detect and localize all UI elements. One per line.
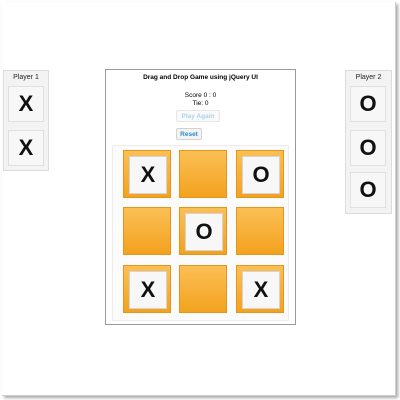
board-mark[interactable]: X — [129, 271, 167, 309]
player2-panel: Player 2 O O O — [345, 70, 392, 214]
score-text: Score 0 : 0 — [184, 92, 217, 99]
board-cell[interactable]: X — [123, 150, 171, 198]
board-cell[interactable]: X — [236, 265, 284, 313]
reset-button[interactable]: Reset — [176, 128, 202, 140]
board-cell[interactable] — [123, 207, 171, 255]
board-mark[interactable]: O — [242, 156, 280, 194]
player2-piece[interactable]: O — [350, 130, 386, 166]
player2-title: Player 2 — [355, 74, 382, 81]
board-cell[interactable]: O — [179, 207, 227, 255]
game-title: Drag and Drop Game using jQuery UI — [143, 74, 258, 81]
board-mark[interactable]: X — [242, 271, 280, 309]
game-board: X O O X X — [112, 145, 289, 321]
play-again-button[interactable]: Play Again — [176, 110, 220, 122]
board-cell[interactable] — [236, 207, 284, 255]
game-container: Drag and Drop Game using jQuery UI Score… — [105, 69, 296, 325]
board-cell[interactable]: O — [236, 150, 284, 198]
player1-piece[interactable]: X — [8, 86, 44, 122]
player1-piece[interactable]: X — [8, 130, 44, 166]
player1-panel: Player 1 X X — [3, 70, 49, 171]
player2-piece[interactable]: O — [350, 86, 386, 122]
board-mark[interactable]: O — [185, 213, 223, 251]
board-mark[interactable]: X — [129, 156, 167, 194]
board-cell[interactable] — [179, 150, 227, 198]
board-cell[interactable]: X — [123, 265, 171, 313]
board-cell[interactable] — [179, 265, 227, 313]
tie-text: Tie: 0 — [192, 100, 209, 107]
player2-piece[interactable]: O — [350, 172, 386, 208]
player1-title: Player 1 — [13, 74, 39, 81]
